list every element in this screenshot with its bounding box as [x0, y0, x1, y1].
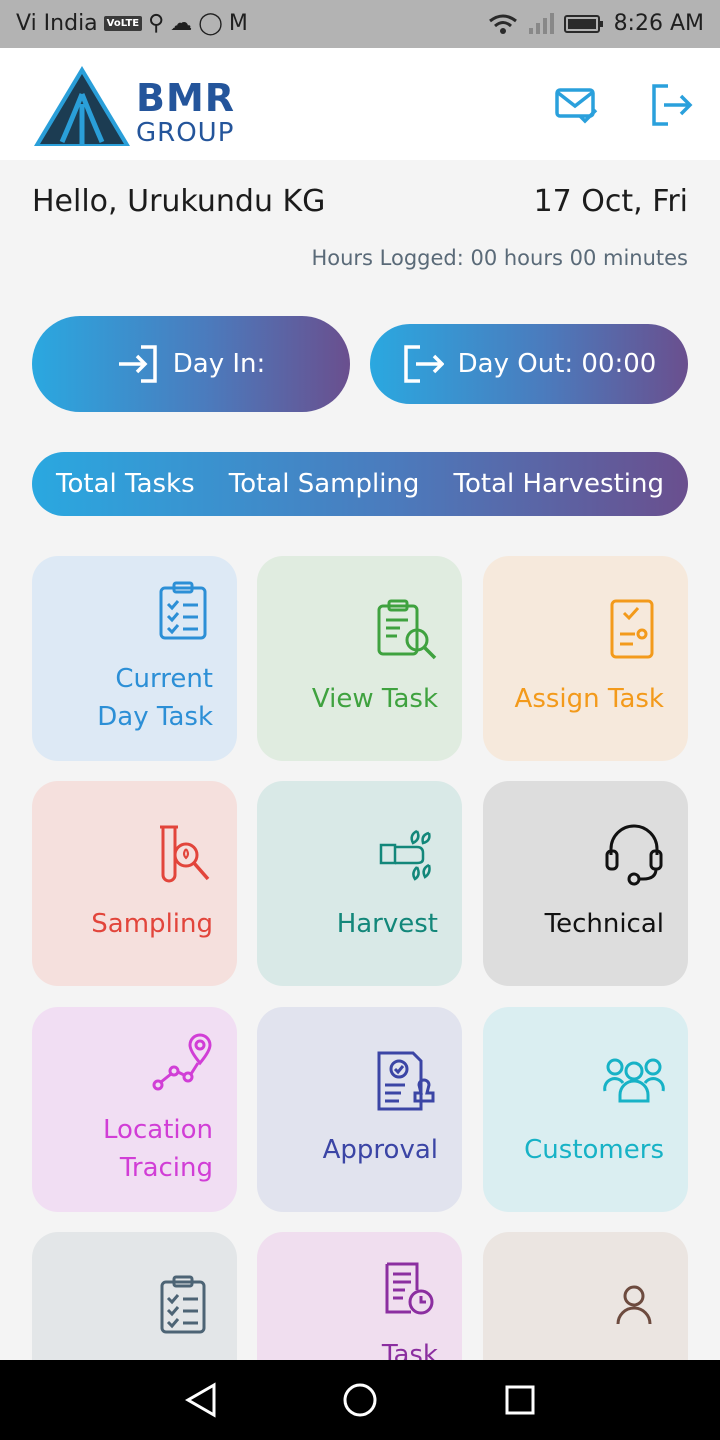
battery-icon — [563, 14, 603, 33]
total-sampling[interactable]: Total Sampling — [229, 469, 420, 499]
tile-label: Approval — [322, 1135, 438, 1165]
bmr-logo: BMR GROUP — [32, 64, 242, 148]
approval-stamp-icon — [377, 1051, 435, 1111]
tile-view-task[interactable]: View Task — [257, 556, 462, 761]
headset-icon — [605, 824, 663, 886]
status-bar: Vi India VoLTE ⚲ ☁ ◯ M 8:26 AM — [0, 0, 720, 48]
signal-icon — [528, 12, 554, 34]
back-icon[interactable] — [184, 1382, 218, 1418]
location-route-icon — [152, 1033, 212, 1091]
total-harvesting[interactable]: Total Harvesting — [454, 469, 665, 499]
tile-label: Technical — [544, 909, 664, 939]
clock-time: 8:26 AM — [613, 11, 704, 36]
tile-customers[interactable]: Customers — [483, 1007, 688, 1212]
cloud-icon: ☁ — [170, 11, 193, 36]
greeting-text: Hello, Urukundu KG — [32, 184, 326, 219]
task-history-icon — [385, 1262, 434, 1315]
app-header: BMR GROUP — [0, 48, 720, 160]
tile-label: Assign Task — [514, 684, 664, 714]
carrier-name: Vi India — [16, 11, 98, 36]
tile-assign-task[interactable]: Assign Task — [483, 556, 688, 761]
user-profile-icon — [616, 1285, 652, 1325]
logo-text-bmr: BMR — [136, 76, 236, 120]
mail-check-icon[interactable] — [554, 82, 600, 128]
tile-location-tracing[interactable]: Location Tracing — [32, 1007, 237, 1212]
customers-group-icon — [603, 1058, 665, 1103]
assign-document-icon — [610, 599, 654, 659]
day-in-label: Day In: — [172, 349, 266, 379]
logo-mark-icon — [34, 66, 130, 146]
day-out-label: Day Out: 00:00 — [457, 349, 657, 379]
gmail-icon: M — [228, 11, 248, 36]
total-tasks[interactable]: Total Tasks — [56, 469, 195, 499]
tile-approval[interactable]: Approval — [257, 1007, 462, 1212]
harvest-hand-icon — [379, 829, 431, 881]
home-icon[interactable] — [342, 1382, 378, 1418]
clipboard-search-icon — [377, 599, 437, 660]
logout-arrow-icon — [403, 345, 444, 383]
test-tube-search-icon — [160, 825, 210, 883]
volte-badge: VoLTE — [103, 16, 143, 31]
whatsapp-icon: ◯ — [198, 11, 223, 36]
tile-label: Customers — [524, 1135, 664, 1165]
wifi-icon — [488, 14, 517, 34]
tile-sampling[interactable]: Sampling — [32, 781, 237, 986]
tile-current-day-task[interactable]: Current Day Task — [32, 556, 237, 761]
day-in-button[interactable]: Day In: — [32, 316, 350, 412]
tile-label: Harvest — [336, 909, 438, 939]
tile-label: Location Tracing — [103, 1115, 213, 1183]
tile-harvest[interactable]: Harvest — [257, 781, 462, 986]
clipboard-checklist-icon — [159, 581, 207, 640]
logout-icon[interactable] — [648, 82, 694, 128]
tile-label: Current Day Task — [97, 664, 213, 732]
logo-text-group: GROUP — [136, 118, 235, 148]
hours-logged: Hours Logged: 00 hours 00 minutes — [311, 246, 688, 270]
tile-label: Sampling — [91, 909, 213, 939]
recents-icon[interactable] — [504, 1384, 536, 1416]
usb-icon: ⚲ — [148, 11, 165, 36]
tile-label: View Task — [311, 684, 438, 714]
checklist-icon — [160, 1275, 206, 1334]
totals-bar: Total Tasks Total Sampling Total Harvest… — [32, 452, 688, 516]
current-date: 17 Oct, Fri — [533, 184, 688, 219]
day-out-button[interactable]: Day Out: 00:00 — [370, 324, 688, 404]
tile-technical[interactable]: Technical — [483, 781, 688, 986]
login-icon — [118, 345, 157, 383]
system-nav-bar — [0, 1360, 720, 1440]
